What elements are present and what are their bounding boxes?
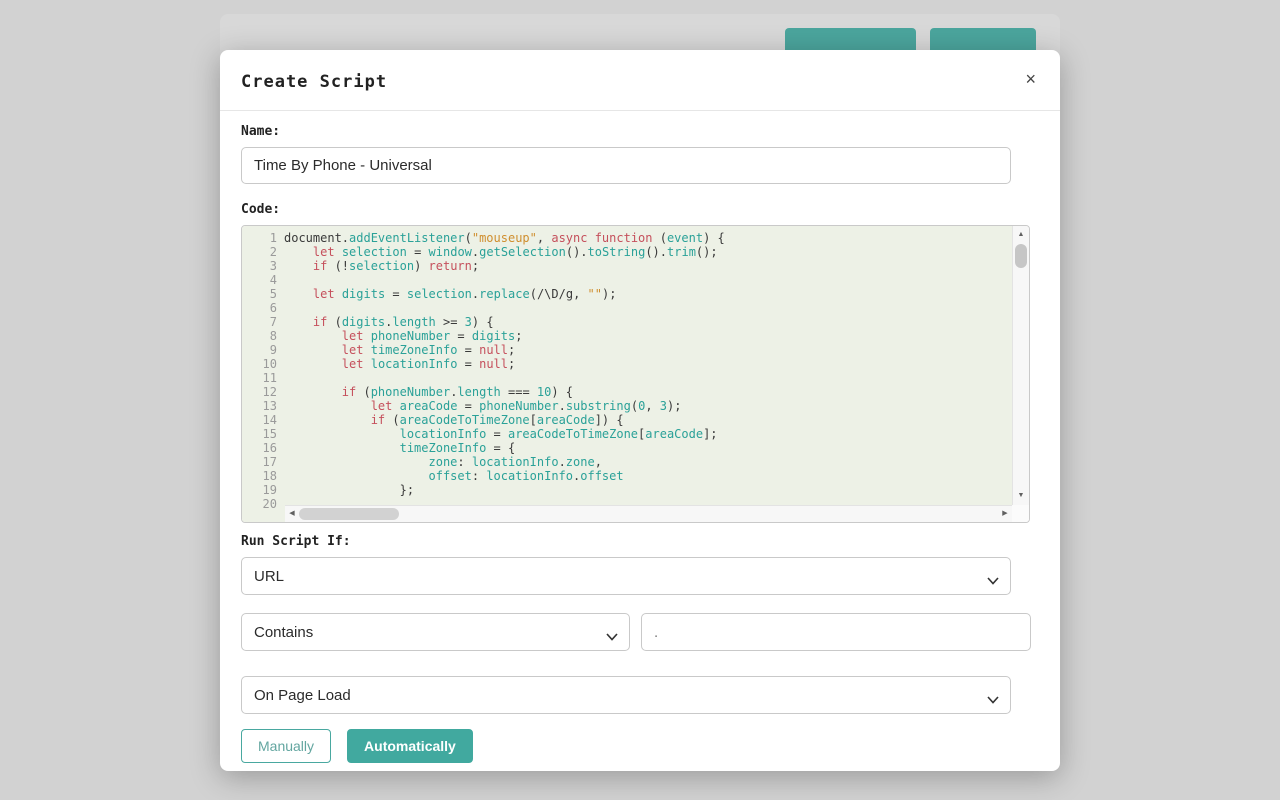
run-script-if-label: Run Script If:	[241, 534, 1039, 549]
scroll-up-icon[interactable]: ▲	[1013, 228, 1029, 242]
footer-buttons: Manually Automatically	[241, 729, 1039, 763]
trigger-selected-value: On Page Load	[254, 687, 351, 704]
line-numbers: 1234567891011121314151617181920	[242, 231, 284, 522]
close-icon[interactable]: ×	[1025, 70, 1036, 88]
create-script-modal: Create Script × Name: Code: 123456789101…	[220, 50, 1060, 771]
scrollbar-corner	[1012, 505, 1029, 522]
code-label: Code:	[241, 202, 1039, 217]
name-label: Name:	[241, 124, 1039, 139]
vertical-scroll-thumb[interactable]	[1015, 244, 1027, 268]
run-condition-select[interactable]: URL	[241, 557, 1011, 595]
code-editor[interactable]: 1234567891011121314151617181920 document…	[241, 225, 1030, 523]
horizontal-scroll-thumb[interactable]	[299, 508, 399, 520]
vertical-scrollbar[interactable]: ▲ ▼	[1012, 226, 1029, 505]
scroll-down-icon[interactable]: ▼	[1013, 489, 1029, 503]
manually-button[interactable]: Manually	[241, 729, 331, 763]
modal-title: Create Script	[241, 72, 1039, 92]
url-pattern-input[interactable]	[641, 613, 1031, 651]
scroll-right-icon[interactable]: ▶	[998, 506, 1012, 522]
condition-row: Contains	[241, 613, 1039, 651]
automatically-button[interactable]: Automatically	[347, 729, 473, 763]
chevron-down-icon	[987, 572, 999, 589]
scroll-left-icon[interactable]: ◀	[285, 506, 299, 522]
script-name-input[interactable]	[241, 147, 1011, 184]
chevron-down-icon	[606, 628, 618, 645]
code-content[interactable]: document.addEventListener("mouseup", asy…	[284, 231, 1012, 522]
chevron-down-icon	[987, 691, 999, 708]
trigger-select[interactable]: On Page Load	[241, 676, 1011, 714]
modal-body: Name: Code: 1234567891011121314151617181…	[220, 111, 1060, 763]
horizontal-scrollbar[interactable]: ◀ ▶	[285, 505, 1012, 522]
match-type-selected-value: Contains	[254, 624, 313, 641]
modal-header: Create Script ×	[220, 50, 1060, 111]
match-type-select[interactable]: Contains	[241, 613, 630, 651]
run-condition-selected-value: URL	[254, 568, 284, 585]
code-area[interactable]: 1234567891011121314151617181920 document…	[242, 226, 1012, 522]
